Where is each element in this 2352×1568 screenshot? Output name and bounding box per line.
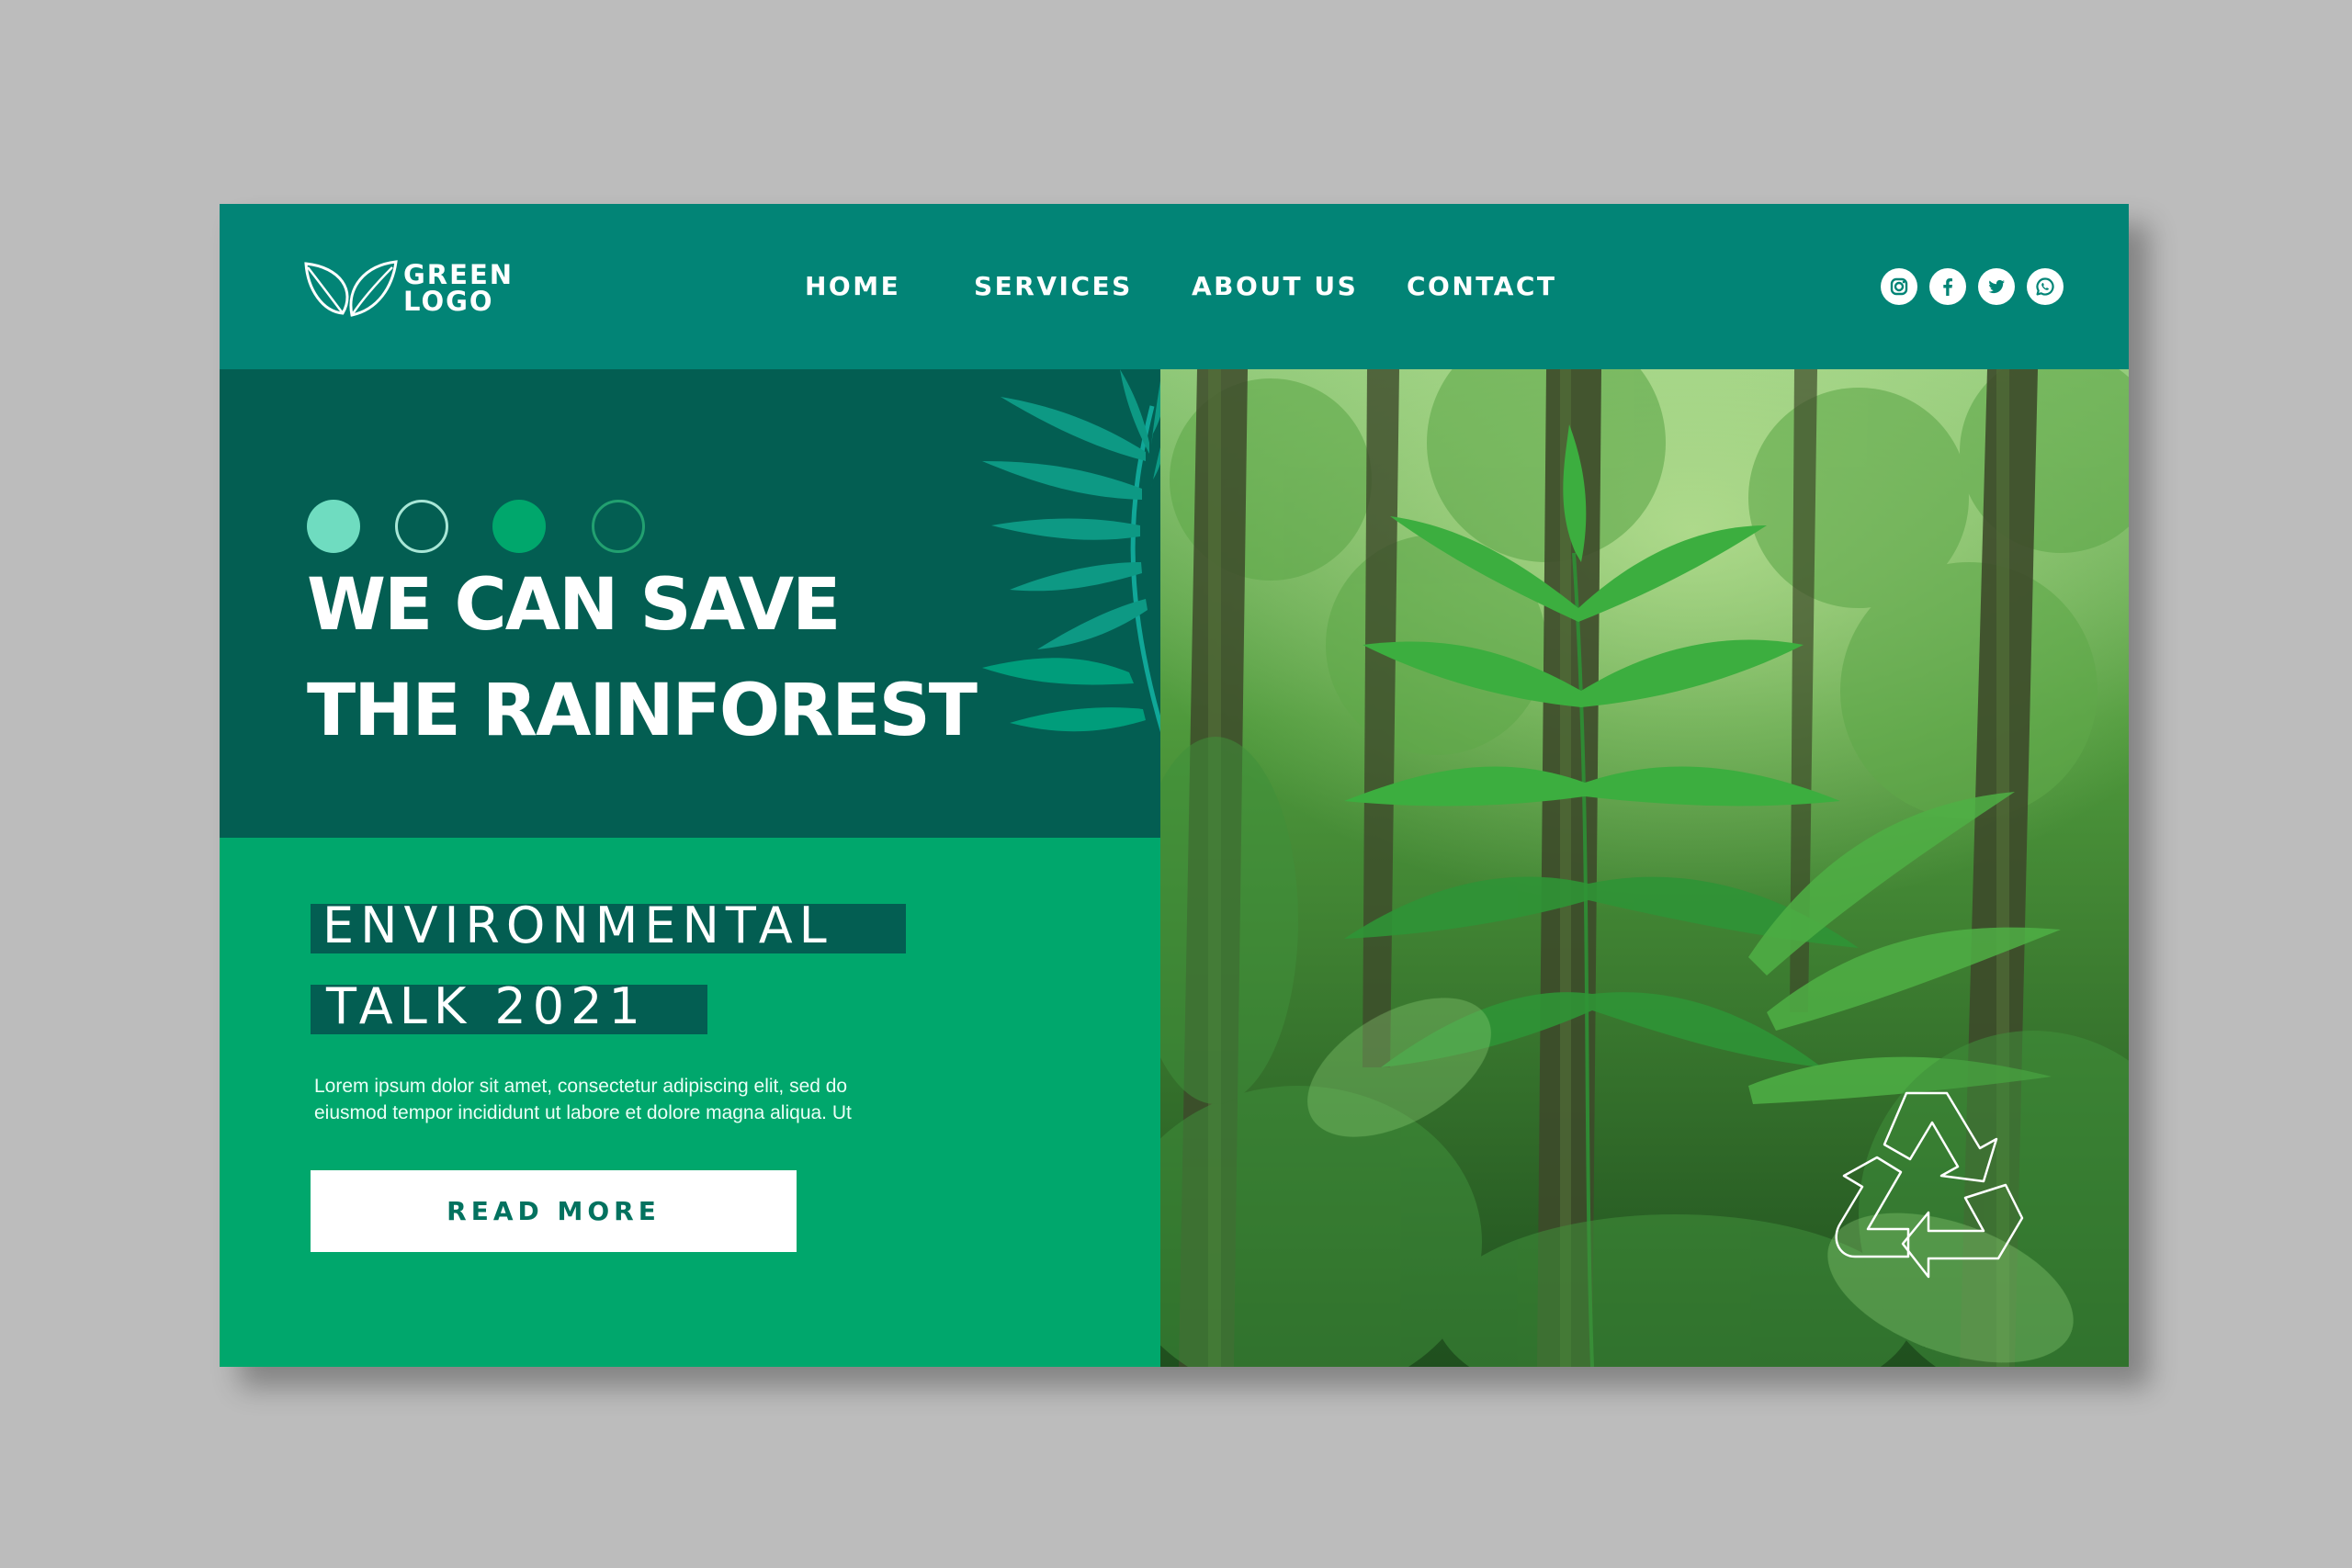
site-logo[interactable]: GREEN LOGO <box>300 252 514 325</box>
landing-page-card: GREEN LOGO HOME SERVICES ABOUT US CONTAC… <box>220 204 2129 1367</box>
leaf-logo-icon <box>304 260 398 317</box>
instagram-icon <box>1890 277 1908 296</box>
whatsapp-icon <box>2036 277 2054 296</box>
logo-line-2: LOGO <box>403 286 494 317</box>
event-tag-line-1: ENVIRONMENTAL <box>322 897 833 954</box>
slider-dot-3[interactable] <box>492 500 546 553</box>
logo-wordmark: GREEN LOGO <box>403 262 514 315</box>
nav-about-us[interactable]: ABOUT US <box>1192 268 1358 305</box>
hero-title-line-2: THE RAINFOREST <box>307 670 978 752</box>
facebook-link[interactable] <box>1929 268 1966 305</box>
twitter-link[interactable] <box>1978 268 2015 305</box>
read-more-button[interactable]: READ MORE <box>311 1170 797 1252</box>
whatsapp-link[interactable] <box>2027 268 2064 305</box>
slider-dot-1[interactable] <box>307 500 360 553</box>
site-header: GREEN LOGO HOME SERVICES ABOUT US CONTAC… <box>220 204 2129 369</box>
nav-home[interactable]: HOME <box>805 268 900 305</box>
nav-services[interactable]: SERVICES <box>974 268 1133 305</box>
logo-line-1: GREEN <box>403 259 514 290</box>
palm-leaf-icon <box>982 369 1166 738</box>
twitter-icon <box>1988 279 2005 294</box>
slider-dot-4[interactable] <box>592 500 645 553</box>
instagram-link[interactable] <box>1881 268 1917 305</box>
event-description-line-2: eiusmod tempor incididunt ut labore et d… <box>314 1102 852 1123</box>
hero-title: WE CAN SAVE THE RAINFOREST <box>307 553 978 764</box>
event-tag-line-2: TALK 2021 <box>326 977 647 1035</box>
event-description-line-1: Lorem ipsum dolor sit amet, consectetur … <box>314 1076 848 1097</box>
nav-contact[interactable]: CONTACT <box>1407 268 1557 305</box>
event-description: Lorem ipsum dolor sit amet, consectetur … <box>314 1073 976 1126</box>
slider-dot-2[interactable] <box>395 500 448 553</box>
facebook-icon <box>1943 278 1952 296</box>
hero-title-line-1: WE CAN SAVE <box>307 564 841 647</box>
recycle-icon <box>1835 1091 2024 1279</box>
